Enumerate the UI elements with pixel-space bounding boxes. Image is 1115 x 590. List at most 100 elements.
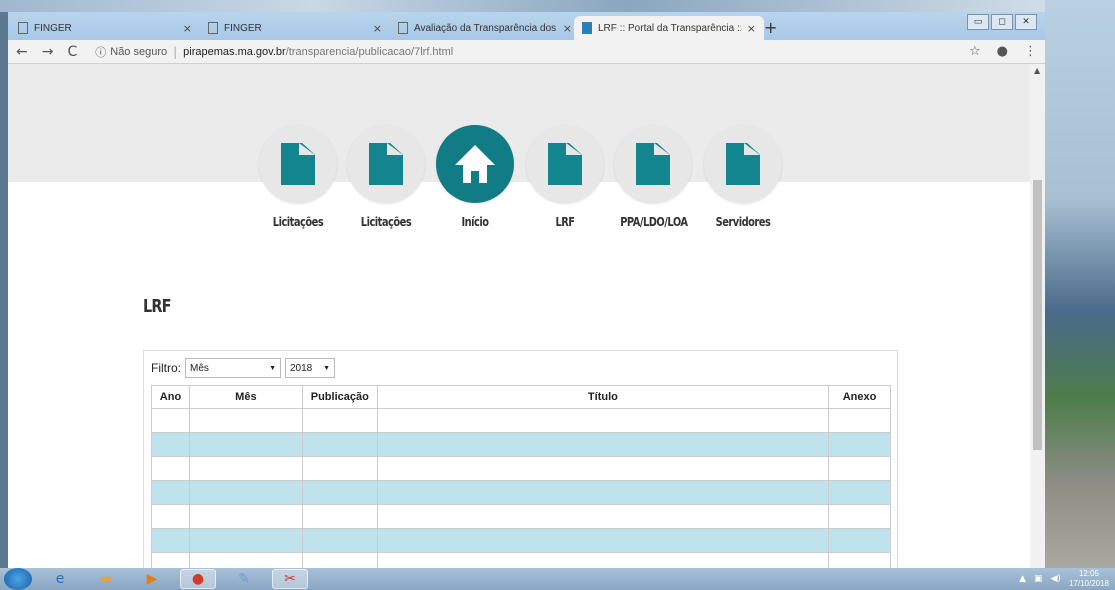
nav-licitacoes-1[interactable]: Licitações: [258, 125, 338, 229]
desktop-left-strip: [0, 12, 8, 568]
table-cell: [301, 408, 378, 433]
scroll-up-icon[interactable]: ▲: [1034, 66, 1040, 75]
table-cell: [151, 504, 190, 529]
minimize-button[interactable]: ▭: [967, 14, 989, 30]
table-cell: [376, 552, 830, 568]
nav-label: Servidores: [715, 215, 771, 229]
close-window-button[interactable]: ✕: [1015, 14, 1037, 30]
col-anexo: Anexo: [828, 385, 891, 409]
table-row: [151, 456, 891, 481]
table-cell: [376, 408, 830, 433]
bookmark-star-icon[interactable]: ☆: [969, 44, 981, 59]
forward-button[interactable]: →: [42, 44, 54, 60]
table-cell: [301, 528, 378, 553]
address-bar: ← → C ⓘ Não seguro | pirapemas.ma.gov.br…: [8, 40, 1045, 64]
media-player-icon[interactable]: ▶: [134, 569, 170, 589]
close-tab-icon[interactable]: ×: [563, 22, 572, 35]
browser-tab-3[interactable]: Avaliação da Transparência dos ×: [390, 16, 580, 40]
desktop-right-area: [1045, 0, 1115, 568]
browser-tab-1[interactable]: FINGER ×: [10, 16, 200, 40]
scrollbar-thumb[interactable]: [1033, 180, 1042, 450]
document-icon: [636, 143, 670, 185]
nav-ppa-ldo-loa[interactable]: PPA/LDO/LOA: [613, 125, 693, 229]
nav-servidores[interactable]: Servidores: [703, 125, 783, 229]
network-icon[interactable]: ▣: [1034, 574, 1043, 584]
nav-lrf[interactable]: LRF: [525, 125, 605, 229]
browser-tab-2[interactable]: FINGER ×: [200, 16, 390, 40]
paint-icon[interactable]: ✎: [226, 569, 262, 589]
table-cell: [188, 408, 303, 433]
table-cell: [151, 528, 190, 553]
clock-date: 17/10/2018: [1068, 579, 1109, 588]
back-button[interactable]: ←: [16, 44, 28, 60]
table-cell: [301, 480, 378, 505]
lrf-table: Ano Mês Publicação Título Anexo: [151, 385, 891, 568]
table-cell: [828, 408, 891, 433]
taskbar: e ▬ ▶ ● ✎ ✂ ▲ ▣ ◀) 12:05 17/10/2018: [0, 568, 1115, 590]
snipping-tool-icon[interactable]: ✂: [272, 569, 308, 589]
start-button[interactable]: [4, 568, 32, 590]
toolbar-right: ☆ ● ⋮: [969, 44, 1037, 59]
month-select[interactable]: Mês ▼: [185, 358, 281, 378]
clock[interactable]: 12:05 17/10/2018: [1069, 569, 1109, 589]
table-cell: [376, 456, 830, 481]
maximize-button[interactable]: ◻: [991, 14, 1013, 30]
nav-licitacoes-2[interactable]: Licitações: [346, 125, 426, 229]
chrome-icon[interactable]: ●: [180, 569, 216, 589]
file-explorer-icon[interactable]: ▬: [88, 569, 124, 589]
tab-title: FINGER: [224, 22, 262, 34]
page-title: LRF: [143, 296, 172, 317]
nav-circle: [436, 125, 514, 203]
profile-icon[interactable]: ●: [997, 44, 1008, 59]
table-cell: [151, 480, 190, 505]
nav-circle: [704, 125, 782, 203]
table-cell: [188, 504, 303, 529]
table-cell: [188, 432, 303, 457]
close-tab-icon[interactable]: ×: [183, 22, 192, 35]
nav-inicio[interactable]: Início: [435, 125, 515, 229]
page-viewport: Licitações Licitações Início LRF PPA/LDO…: [8, 64, 1045, 568]
clock-time: 12:05: [1078, 569, 1099, 578]
table-cell: [151, 432, 190, 457]
tab-bar: FINGER × FINGER × Avaliação da Transparê…: [8, 12, 1045, 40]
nav-label: Licitações: [272, 215, 324, 229]
document-icon: [281, 143, 315, 185]
table-cell: [188, 528, 303, 553]
col-publicacao: Publicação: [301, 385, 378, 409]
tab-title: FINGER: [34, 22, 72, 34]
browser-tab-active[interactable]: LRF :: Portal da Transparência :: P ×: [574, 16, 764, 40]
tab-title: Avaliação da Transparência dos: [414, 22, 557, 34]
table-cell: [376, 432, 830, 457]
nav-circle: [347, 125, 425, 203]
info-icon[interactable]: ⓘ: [95, 44, 106, 60]
internet-explorer-icon[interactable]: e: [42, 569, 78, 589]
reload-button[interactable]: C: [67, 44, 77, 60]
close-tab-icon[interactable]: ×: [373, 22, 382, 35]
close-tab-icon[interactable]: ×: [747, 22, 756, 35]
url-path[interactable]: /transparencia/publicacao/7lrf.html: [286, 46, 454, 58]
table-row: [151, 504, 891, 529]
new-tab-button[interactable]: +: [764, 18, 777, 37]
nav-label: PPA/LDO/LOA: [620, 215, 688, 229]
browser-window: FINGER × FINGER × Avaliação da Transparê…: [8, 12, 1045, 568]
table-cell: [376, 480, 830, 505]
chevron-down-icon: ▼: [269, 364, 276, 372]
url-host[interactable]: pirapemas.ma.gov.br: [183, 46, 286, 58]
filter-label: Filtro:: [151, 361, 181, 375]
year-select[interactable]: 2018 ▼: [285, 358, 335, 378]
document-icon: [369, 143, 403, 185]
tab-title: LRF :: Portal da Transparência :: P: [598, 22, 741, 34]
vertical-scrollbar[interactable]: ▲: [1030, 64, 1045, 568]
table-row: [151, 408, 891, 433]
nav-label: Início: [461, 215, 489, 229]
volume-icon[interactable]: ◀): [1051, 574, 1061, 584]
tray-expand-icon[interactable]: ▲: [1019, 574, 1026, 584]
page-icon: [208, 22, 218, 34]
table-row: [151, 552, 891, 568]
desktop-top-strip: [0, 0, 1045, 12]
menu-icon[interactable]: ⋮: [1024, 44, 1037, 59]
col-mes: Mês: [188, 385, 303, 409]
chevron-down-icon: ▼: [323, 364, 330, 372]
table-cell: [301, 432, 378, 457]
table-cell: [828, 552, 891, 568]
